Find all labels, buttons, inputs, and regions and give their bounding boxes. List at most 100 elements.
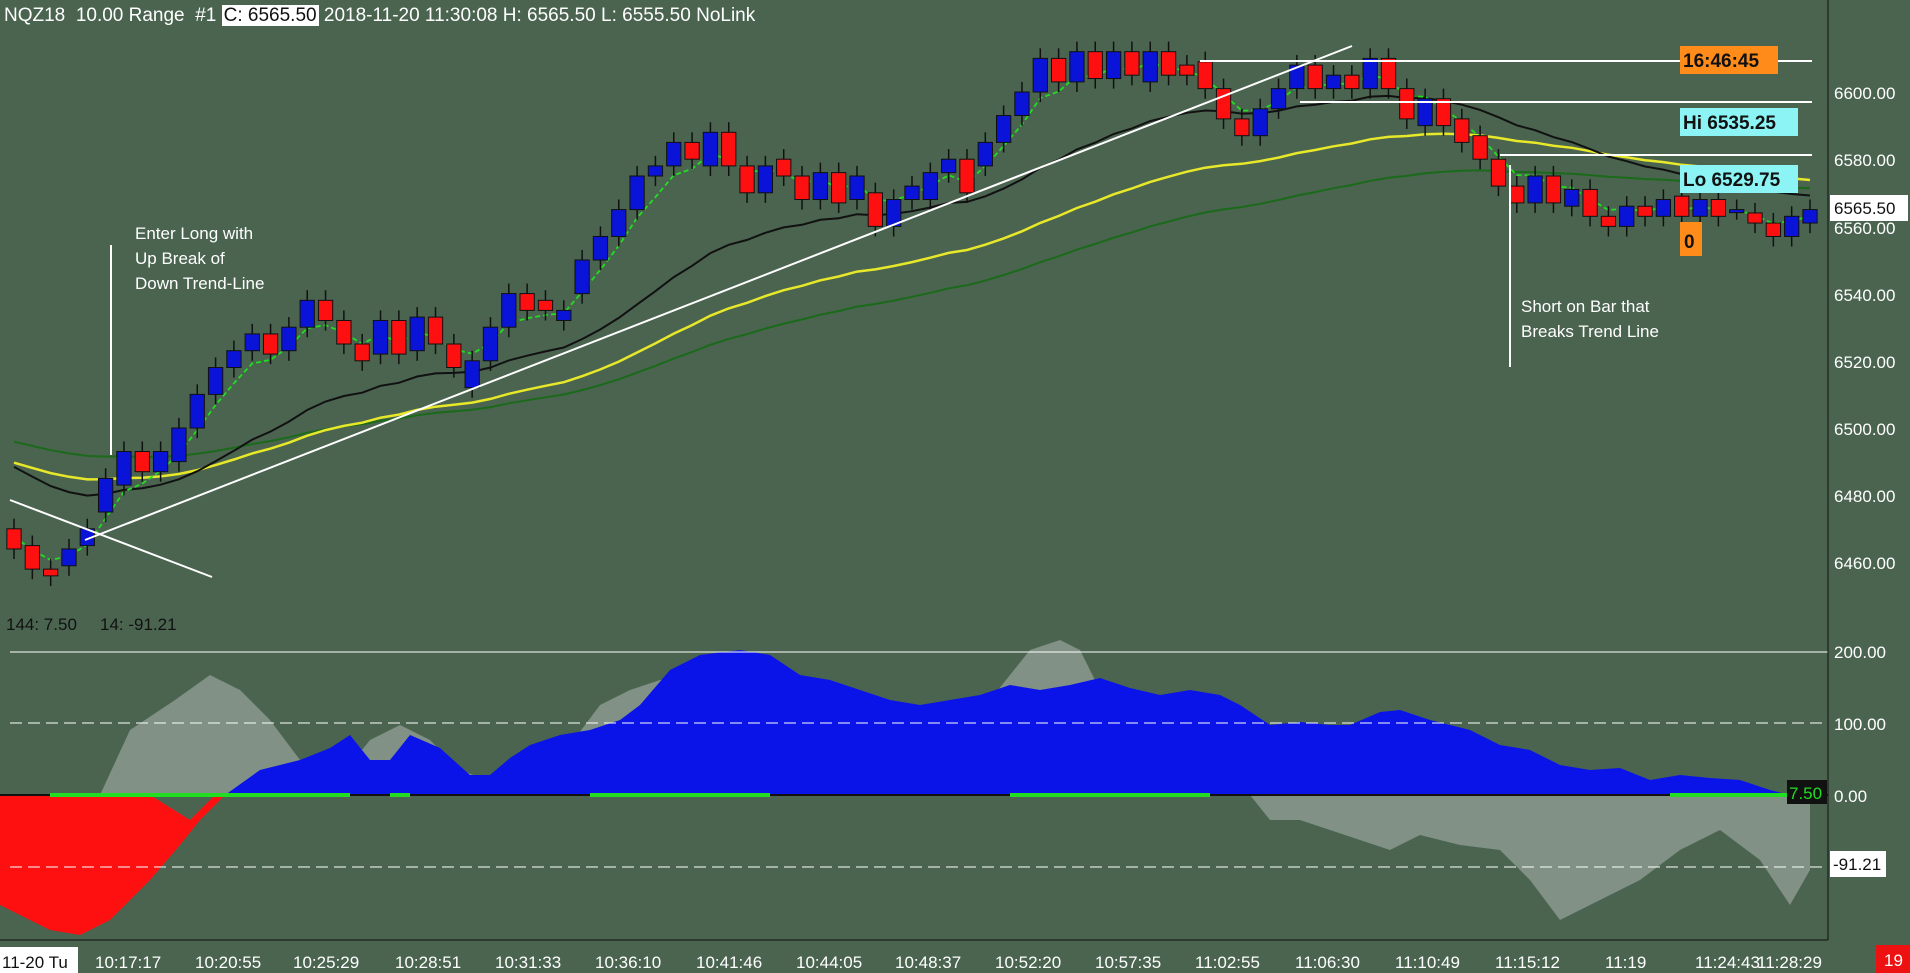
- candle-down[interactable]: [776, 158, 792, 177]
- candle-up[interactable]: [116, 451, 132, 486]
- candle-down[interactable]: [446, 343, 462, 369]
- candle-down[interactable]: [739, 165, 755, 194]
- candle-up[interactable]: [647, 165, 664, 177]
- candle-down[interactable]: [354, 343, 370, 362]
- candle-down[interactable]: [867, 192, 883, 227]
- candle-up[interactable]: [281, 326, 297, 352]
- candle-up[interactable]: [941, 158, 957, 174]
- candle-up[interactable]: [189, 393, 205, 429]
- candle-up[interactable]: [1729, 209, 1745, 214]
- candle-down[interactable]: [684, 141, 700, 160]
- candle-down[interactable]: [1637, 205, 1653, 217]
- candle-up[interactable]: [226, 350, 242, 369]
- candle-up[interactable]: [1564, 188, 1580, 207]
- candle-up[interactable]: [611, 209, 627, 237]
- candle-down[interactable]: [1674, 195, 1690, 217]
- candle-down[interactable]: [1454, 118, 1470, 143]
- hi-tag-text: Hi 6535.25: [1683, 113, 1776, 134]
- candle-down[interactable]: [1509, 185, 1525, 204]
- candle-up[interactable]: [372, 319, 389, 355]
- candle-down[interactable]: [1160, 51, 1177, 76]
- candle-up[interactable]: [299, 299, 315, 328]
- candle-down[interactable]: [519, 293, 535, 311]
- candle-up[interactable]: [152, 451, 169, 473]
- candle-down[interactable]: [1710, 199, 1727, 217]
- candle-down[interactable]: [1472, 135, 1488, 160]
- candle-up[interactable]: [629, 175, 645, 211]
- candle-up[interactable]: [1692, 199, 1708, 217]
- candle-up[interactable]: [666, 141, 682, 167]
- candle-up[interactable]: [482, 326, 499, 362]
- candle-down[interactable]: [262, 333, 279, 355]
- candle-down[interactable]: [6, 528, 22, 550]
- candle-up[interactable]: [1784, 215, 1800, 237]
- candle-down[interactable]: [1380, 57, 1397, 90]
- candle-up[interactable]: [995, 115, 1012, 143]
- osc-value-text: 7.50: [1789, 784, 1822, 803]
- candle-down[interactable]: [391, 319, 407, 355]
- candle-down[interactable]: [959, 158, 975, 194]
- candle-up[interactable]: [1802, 209, 1818, 224]
- candle-down[interactable]: [1050, 57, 1067, 83]
- candle-down[interactable]: [1307, 64, 1323, 90]
- candle-up[interactable]: [1362, 57, 1378, 90]
- candle-up[interactable]: [592, 235, 609, 261]
- candle-down[interactable]: [336, 319, 352, 345]
- candle-down[interactable]: [1124, 51, 1140, 76]
- candle-up[interactable]: [409, 316, 425, 352]
- candle-up[interactable]: [207, 367, 224, 395]
- candle-up[interactable]: [1142, 51, 1158, 83]
- candle-down[interactable]: [1399, 88, 1415, 120]
- candle-up[interactable]: [1655, 199, 1672, 217]
- candle-up[interactable]: [1270, 88, 1287, 110]
- candle-up[interactable]: [904, 185, 920, 201]
- bar-counter-text: 0: [1684, 232, 1695, 253]
- candle-up[interactable]: [702, 131, 719, 167]
- price-chart[interactable]: Enter Long with Up Break of Down Trend-L…: [0, 0, 1910, 973]
- candle-up[interactable]: [812, 172, 829, 201]
- candle-down[interactable]: [831, 172, 847, 204]
- candle-down[interactable]: [1344, 74, 1360, 90]
- candle-down[interactable]: [317, 299, 334, 321]
- candle-down[interactable]: [1747, 212, 1763, 224]
- candle-down[interactable]: [24, 545, 40, 570]
- candle-down[interactable]: [1087, 51, 1103, 80]
- candle-down[interactable]: [1179, 64, 1195, 76]
- candle-down[interactable]: [43, 568, 59, 577]
- candle-up[interactable]: [97, 477, 114, 513]
- candle-up[interactable]: [1105, 51, 1122, 80]
- candle-down[interactable]: [721, 131, 737, 167]
- candle-down[interactable]: [1582, 188, 1598, 217]
- osc-label-14: 14: -91.21: [100, 615, 177, 634]
- time-tick-label: 11-20 Tu: [2, 953, 68, 972]
- candle-up[interactable]: [244, 333, 260, 352]
- candle-up[interactable]: [922, 172, 938, 201]
- candle-down[interactable]: [794, 175, 810, 201]
- candle-up[interactable]: [1014, 91, 1030, 117]
- candle-up[interactable]: [977, 141, 993, 167]
- candle-down[interactable]: [1197, 61, 1213, 90]
- candle-down[interactable]: [427, 316, 444, 345]
- candle-down[interactable]: [1490, 158, 1507, 187]
- candle-up[interactable]: [1032, 57, 1048, 93]
- candle-up[interactable]: [1252, 108, 1268, 137]
- candle-down[interactable]: [1600, 215, 1617, 227]
- candle-up[interactable]: [1619, 205, 1635, 227]
- candle-up[interactable]: [574, 259, 590, 295]
- candle-up[interactable]: [464, 360, 480, 389]
- candle-up[interactable]: [556, 309, 572, 321]
- candle-up[interactable]: [1069, 51, 1085, 83]
- candle-up[interactable]: [849, 175, 865, 201]
- candle-down[interactable]: [1234, 118, 1250, 137]
- candle-up[interactable]: [501, 293, 517, 328]
- candle-up[interactable]: [1527, 175, 1543, 204]
- candle-down[interactable]: [1545, 175, 1562, 204]
- candle-up[interactable]: [61, 548, 77, 567]
- candle-down[interactable]: [1765, 222, 1781, 237]
- candle-up[interactable]: [171, 427, 187, 463]
- candle-down[interactable]: [537, 299, 554, 311]
- candle-up[interactable]: [1325, 74, 1342, 90]
- price-tick: 6600.00: [1834, 84, 1895, 103]
- candle-up[interactable]: [757, 165, 774, 194]
- candle-down[interactable]: [134, 451, 150, 473]
